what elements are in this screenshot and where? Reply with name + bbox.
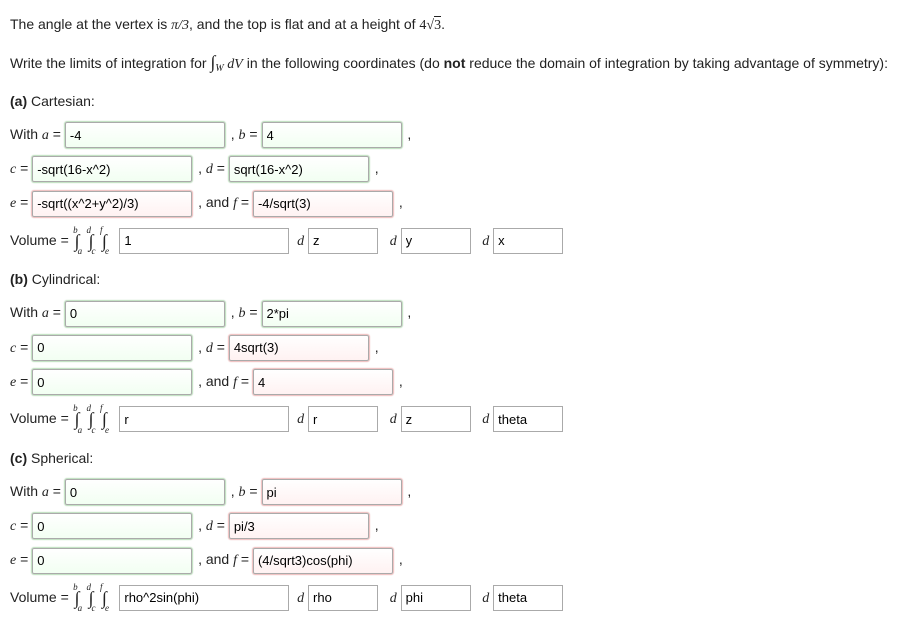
part-c-title: (c) Spherical:: [10, 446, 906, 471]
input-c-integrand[interactable]: [119, 585, 289, 611]
input-c-e[interactable]: [32, 548, 192, 574]
input-c-c[interactable]: [32, 513, 192, 539]
input-b-a[interactable]: [65, 301, 225, 327]
part-c: (c) Spherical: With a = , b = , c = , d …: [10, 446, 906, 614]
intro-text: The angle at the vertex is: [10, 16, 171, 32]
input-a-e[interactable]: [32, 191, 192, 217]
input-a-d1[interactable]: [308, 228, 378, 254]
row-c-d: c = , d = ,: [10, 335, 906, 361]
intro-text: reduce the domain of integration by taki…: [465, 55, 888, 71]
part-a-title: (a) Cartesian:: [10, 89, 906, 114]
input-a-a[interactable]: [65, 122, 225, 148]
intro-text: Write the limits of integration for: [10, 55, 210, 71]
not-bold: not: [444, 55, 466, 71]
input-b-d[interactable]: [229, 335, 369, 361]
triple-integral-icon: ∫ab∫cd∫ef: [73, 403, 116, 435]
input-c-a[interactable]: [65, 479, 225, 505]
row-a-b: With a = , b = ,: [10, 300, 906, 326]
input-c-b[interactable]: [262, 479, 402, 505]
input-b-c[interactable]: [32, 335, 192, 361]
input-b-d1[interactable]: [308, 406, 378, 432]
part-b: (b) Cylindrical: With a = , b = , c = , …: [10, 267, 906, 435]
input-b-d2[interactable]: [401, 406, 471, 432]
intro-text: .: [441, 16, 445, 32]
row-volume: Volume = ∫ab∫cd∫ef d d d: [10, 225, 906, 257]
intro-text: in the following coordinates (do: [243, 55, 444, 71]
row-volume: Volume = ∫ab∫cd∫ef d d d: [10, 582, 906, 614]
input-a-d[interactable]: [229, 156, 369, 182]
row-c-d: c = , d = ,: [10, 513, 906, 539]
four-sqrt-3: 4√3: [419, 16, 441, 33]
row-volume: Volume = ∫ab∫cd∫ef d d d: [10, 403, 906, 435]
input-b-f[interactable]: [253, 369, 393, 395]
row-a-b: With a = , b = ,: [10, 479, 906, 505]
pi-over-3: π/3: [171, 18, 189, 33]
input-b-integrand[interactable]: [119, 406, 289, 432]
input-a-integrand[interactable]: [119, 228, 289, 254]
row-e-f: e = , and f = ,: [10, 369, 906, 395]
input-b-d3[interactable]: [493, 406, 563, 432]
row-c-d: c = , d = ,: [10, 156, 906, 182]
input-a-c[interactable]: [32, 156, 192, 182]
input-a-d2[interactable]: [401, 228, 471, 254]
part-b-title: (b) Cylindrical:: [10, 267, 906, 292]
input-a-d3[interactable]: [493, 228, 563, 254]
input-c-d1[interactable]: [308, 585, 378, 611]
intro-line-2: Write the limits of integration for ∫W d…: [10, 46, 906, 78]
input-c-d2[interactable]: [401, 585, 471, 611]
input-b-e[interactable]: [32, 369, 192, 395]
input-c-d3[interactable]: [493, 585, 563, 611]
part-a: (a) Cartesian: With a = , b = , c = , d …: [10, 89, 906, 257]
input-a-f[interactable]: [253, 191, 393, 217]
row-a-b: With a = , b = ,: [10, 122, 906, 148]
input-c-f[interactable]: [253, 548, 393, 574]
triple-integral-icon: ∫ab∫cd∫ef: [73, 582, 116, 614]
triple-integral-icon: ∫ab∫cd∫ef: [73, 225, 116, 257]
integral-w-dv: ∫W dV: [210, 57, 242, 72]
intro-line-1: The angle at the vertex is π/3, and the …: [10, 12, 906, 38]
intro-text: , and the top is flat and at a height of: [189, 16, 419, 32]
input-c-d[interactable]: [229, 513, 369, 539]
input-b-b[interactable]: [262, 301, 402, 327]
input-a-b[interactable]: [262, 122, 402, 148]
row-e-f: e = , and f = ,: [10, 190, 906, 216]
row-e-f: e = , and f = ,: [10, 547, 906, 573]
